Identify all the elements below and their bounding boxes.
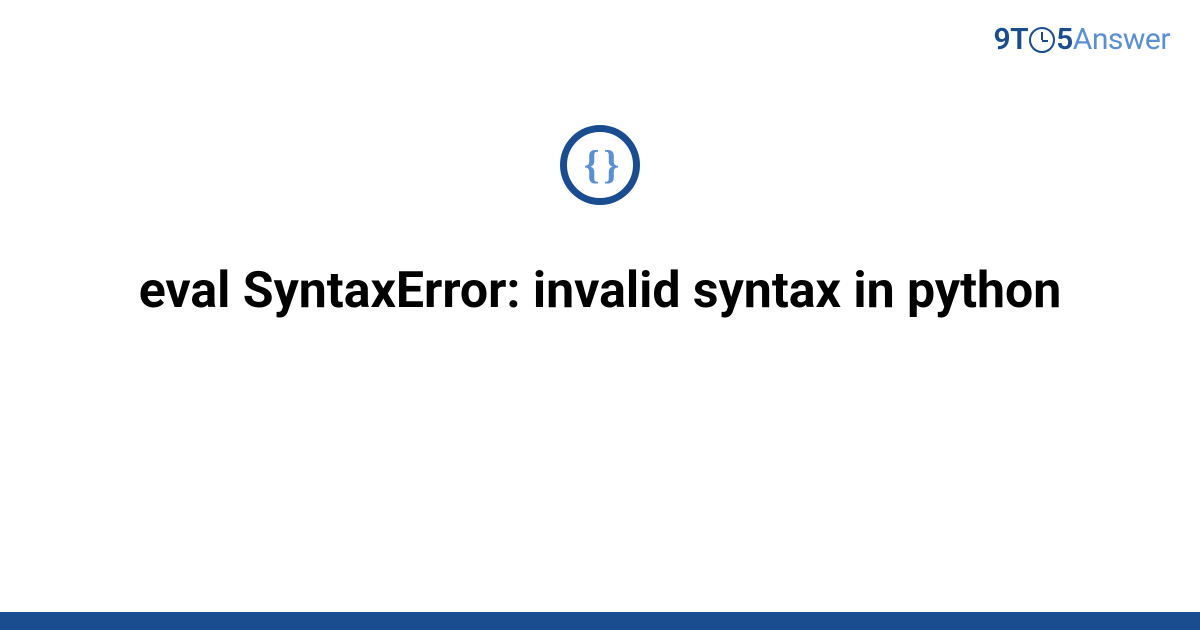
logo-text-5: 5 [1056,22,1073,57]
clock-icon [1029,27,1055,53]
page-title: eval SyntaxError: invalid syntax in pyth… [99,260,1102,323]
logo-text-answer: Answer [1073,22,1170,57]
footer-bar [0,612,1200,630]
code-braces-icon: { } [560,125,640,205]
braces-glyph: { } [584,145,617,185]
site-logo: 9T 5 Answer [994,22,1170,57]
main-content: { } eval SyntaxError: invalid syntax in … [0,125,1200,323]
logo-text-9t: 9T [994,22,1029,57]
